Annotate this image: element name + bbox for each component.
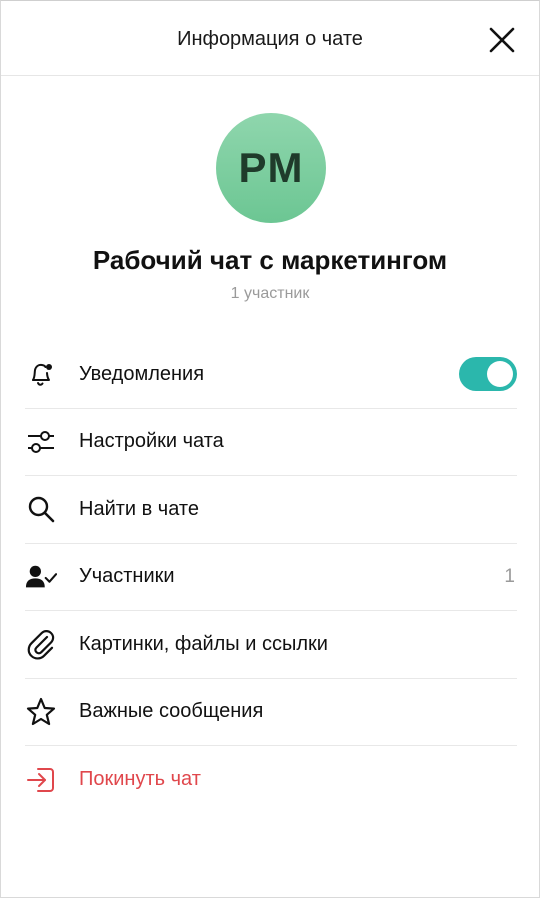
star-icon: [25, 696, 57, 728]
menu-item-leave-chat[interactable]: Покинуть чат: [25, 746, 517, 814]
panel-title: Информация о чате: [177, 28, 363, 50]
user-check-icon: [25, 561, 57, 593]
avatar-initials: PM: [238, 144, 304, 191]
menu-item-notifications[interactable]: Уведомления: [25, 341, 517, 409]
close-button[interactable]: [487, 25, 517, 55]
menu-item-label: Картинки, файлы и ссылки: [79, 632, 328, 655]
panel-header: Информация о чате: [1, 1, 539, 76]
menu-item-label: Покинуть чат: [79, 768, 201, 791]
chat-info-panel: Информация о чате PM Рабочий чат с марке…: [0, 0, 540, 898]
menu-item-media-files-links[interactable]: Картинки, файлы и ссылки: [25, 611, 517, 679]
menu-item-label: Уведомления: [79, 362, 205, 385]
toggle-knob: [487, 361, 513, 388]
search-icon: [25, 493, 57, 525]
paperclip-icon: [25, 628, 57, 660]
chat-avatar: PM: [216, 113, 326, 223]
members-count: 1: [504, 565, 515, 587]
menu-item-members[interactable]: Участники 1: [25, 544, 517, 611]
chat-members-caption: 1 участник: [230, 285, 310, 302]
notifications-toggle[interactable]: [459, 357, 517, 392]
menu-item-label: Важные сообщения: [79, 700, 264, 723]
bell-icon: [25, 358, 57, 390]
menu-item-search-in-chat[interactable]: Найти в чате: [25, 476, 517, 544]
chat-title: Рабочий чат с маркетингом: [92, 245, 448, 275]
menu-item-starred-messages[interactable]: Важные сообщения: [25, 679, 517, 746]
exit-icon: [25, 764, 57, 796]
sliders-icon: [25, 426, 57, 458]
menu-item-label: Настройки чата: [79, 430, 224, 453]
menu-item-label: Участники: [79, 565, 175, 588]
menu-item-chat-settings[interactable]: Настройки чата: [25, 409, 517, 476]
close-icon: [489, 27, 515, 53]
menu-item-label: Найти в чате: [79, 497, 199, 520]
chat-menu: Уведомления Настройки чата Найти в чате …: [25, 341, 517, 814]
